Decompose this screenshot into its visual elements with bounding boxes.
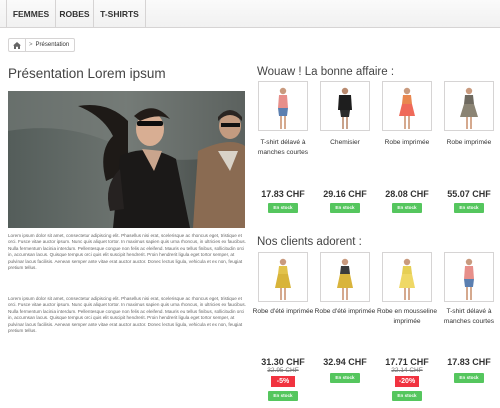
product-card[interactable]: Robe imprimée 55.07 CHF En stock: [444, 81, 494, 213]
product-name[interactable]: T-shirt délavé à manches courtes: [438, 307, 500, 326]
hero-image: [8, 91, 245, 228]
intro-paragraph-2: Lorem ipsum dolor sit amet, consectetur …: [8, 296, 246, 334]
stock-badge: En stock: [330, 373, 360, 383]
stock-badge: En stock: [454, 373, 484, 383]
product-image[interactable]: [320, 81, 370, 131]
product-name[interactable]: Robe imprimée: [438, 138, 500, 148]
deals-title: Wouaw ! La bonne affaire :: [257, 66, 395, 78]
stock-badge: En stock: [454, 203, 484, 213]
product-name[interactable]: T-shirt délavé à manches courtes: [252, 138, 314, 157]
old-price: 32.95 CHF: [267, 367, 299, 374]
product-card[interactable]: Robe d'été imprimée 32.94 CHF En stock: [315, 252, 375, 383]
product-name[interactable]: Robe imprimée: [376, 138, 438, 148]
old-price: 22.14 CHF: [391, 367, 423, 374]
product-card[interactable]: T-shirt délavé à manches courtes 17.83 C…: [444, 252, 494, 383]
stock-badge: En stock: [392, 203, 422, 213]
product-card[interactable]: T-shirt délavé à manches courtes 17.83 C…: [258, 81, 308, 213]
product-name[interactable]: Robe en mousseline imprimée: [376, 307, 438, 326]
product-price: 29.16 CHF: [323, 189, 367, 199]
breadcrumb-current: Présentation: [35, 42, 70, 48]
product-name[interactable]: Robe d'été imprimée: [314, 307, 376, 317]
product-image[interactable]: [258, 81, 308, 131]
product-price: 32.94 CHF: [323, 357, 367, 367]
menu-item-tshirts[interactable]: T-SHIRTS: [94, 0, 146, 28]
product-price: 17.83 CHF: [261, 189, 305, 199]
product-price: 17.71 CHF: [385, 357, 429, 367]
home-icon[interactable]: [9, 39, 26, 51]
stock-badge: En stock: [330, 203, 360, 213]
product-image[interactable]: [258, 252, 308, 302]
breadcrumb: > Présentation: [8, 38, 76, 52]
product-image[interactable]: [382, 81, 432, 131]
product-price: 28.08 CHF: [385, 189, 429, 199]
breadcrumb-separator: >: [29, 42, 33, 48]
product-image[interactable]: [382, 252, 432, 302]
stock-badge: En stock: [268, 391, 298, 401]
product-card[interactable]: Robe d'été imprimée 31.30 CHF 32.95 CHF …: [253, 252, 313, 401]
product-image[interactable]: [444, 81, 494, 131]
top-menu: FEMMES ROBES T-SHIRTS: [0, 0, 500, 28]
product-price: 55.07 CHF: [447, 189, 491, 199]
product-card[interactable]: Robe imprimée 28.08 CHF En stock: [382, 81, 432, 213]
discount-badge: -5%: [271, 376, 295, 387]
product-image[interactable]: [320, 252, 370, 302]
product-card[interactable]: Chemisier 29.16 CHF En stock: [320, 81, 370, 213]
favorites-title: Nos clients adorent :: [257, 236, 362, 248]
discount-badge: -20%: [395, 376, 419, 387]
stock-badge: En stock: [392, 391, 422, 401]
menu-item-femmes[interactable]: FEMMES: [6, 0, 56, 28]
product-name[interactable]: Chemisier: [314, 138, 376, 148]
intro-paragraph-1: Lorem ipsum dolor sit amet, consectetur …: [8, 233, 246, 271]
page-title: Présentation Lorem ipsum: [8, 66, 166, 81]
product-card[interactable]: Robe en mousseline imprimée 17.71 CHF 22…: [377, 252, 437, 401]
product-price: 31.30 CHF: [261, 357, 305, 367]
menu-item-robes[interactable]: ROBES: [56, 0, 94, 28]
product-price: 17.83 CHF: [447, 357, 491, 367]
stock-badge: En stock: [268, 203, 298, 213]
product-name[interactable]: Robe d'été imprimée: [252, 307, 314, 317]
product-image[interactable]: [444, 252, 494, 302]
